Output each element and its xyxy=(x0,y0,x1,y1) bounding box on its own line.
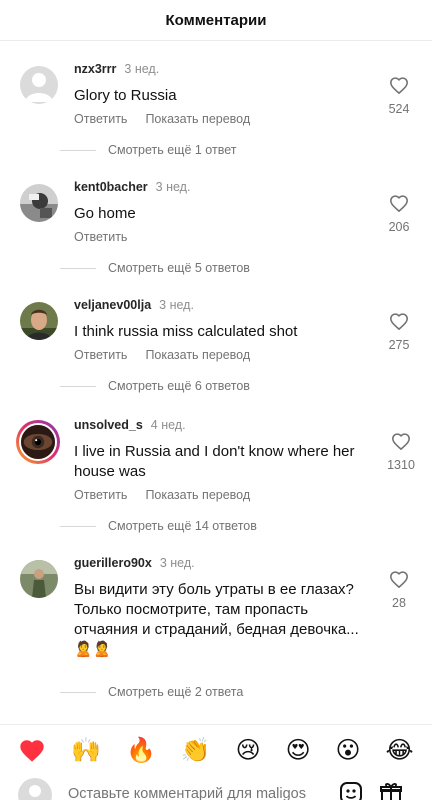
heart-icon[interactable] xyxy=(389,194,409,212)
comment-item: guerillero90x 3 нед. Вы видити эту боль … xyxy=(0,556,432,660)
view-replies-label: Смотреть ещё 1 ответ xyxy=(108,143,237,157)
view-replies-label: Смотреть ещё 5 ответов xyxy=(108,261,250,275)
comment-username[interactable]: kent0bacher xyxy=(74,180,148,194)
like-control: 275 xyxy=(384,312,414,352)
like-control: 1310 xyxy=(384,432,418,472)
comment-time: 3 нед. xyxy=(155,180,191,194)
comment-text: Go home xyxy=(74,205,136,222)
comment-text: I live in Russia and I don't know where … xyxy=(74,443,355,480)
like-count: 1310 xyxy=(387,458,415,472)
avatar[interactable] xyxy=(20,184,58,222)
avatar[interactable] xyxy=(20,302,58,340)
page-title: Комментарии xyxy=(165,11,267,29)
comments-header: Комментарии xyxy=(0,0,432,40)
heart-icon[interactable] xyxy=(389,312,409,330)
avatar[interactable] xyxy=(20,560,58,598)
crying-emoji-icon[interactable]: 😢 xyxy=(236,738,261,762)
view-replies-button[interactable]: Смотреть ещё 1 ответ xyxy=(0,140,432,160)
comment-username[interactable]: nzx3rrr xyxy=(74,62,116,76)
replies-line xyxy=(60,150,96,151)
comment-input[interactable] xyxy=(68,786,324,800)
translate-button[interactable]: Показать перевод xyxy=(145,112,250,126)
comment-username[interactable]: veljanev00lja xyxy=(74,298,151,312)
reply-button[interactable]: Ответить xyxy=(74,488,127,502)
fire-emoji-icon[interactable]: 🔥 xyxy=(126,738,156,762)
header-divider xyxy=(0,40,432,41)
raising-hands-emoji-icon[interactable]: 🙌 xyxy=(71,738,101,762)
comment-time: 4 нед. xyxy=(150,418,186,432)
comment-item: nzx3rrr 3 нед. Glory to Russia Ответить … xyxy=(0,62,432,126)
comment-text: Вы видити эту боль утраты в ее глазах? Т… xyxy=(74,581,359,658)
avatar xyxy=(18,778,52,800)
like-count: 524 xyxy=(388,102,410,116)
replies-line xyxy=(60,268,96,269)
comment-time: 3 нед. xyxy=(159,298,194,312)
surprised-emoji-icon[interactable]: 😮 xyxy=(336,738,361,762)
replies-line xyxy=(60,526,96,527)
view-replies-button[interactable]: Смотреть ещё 6 ответов xyxy=(0,376,432,396)
translate-button[interactable]: Показать перевод xyxy=(145,488,250,502)
comment-composer xyxy=(0,776,432,800)
comment-username[interactable]: unsolved_s xyxy=(74,418,143,432)
comment-text: I think russia miss calculated shot xyxy=(74,323,298,340)
reply-button[interactable]: Ответить xyxy=(74,230,127,244)
view-replies-label: Смотреть ещё 14 ответов xyxy=(108,519,257,533)
view-replies-button[interactable]: Смотреть ещё 5 ответов xyxy=(0,258,432,278)
like-count: 206 xyxy=(388,220,410,234)
like-control: 206 xyxy=(384,194,414,234)
comment-text: Glory to Russia xyxy=(74,87,177,104)
like-control: 524 xyxy=(384,76,414,116)
view-replies-label: Смотреть ещё 6 ответов xyxy=(108,379,250,393)
avatar[interactable] xyxy=(16,420,60,464)
gif-sticker-icon[interactable] xyxy=(338,780,364,800)
emoji-bar: 🙌 🔥 👏 😢 😍 😮 😂 xyxy=(0,724,432,774)
comment-item: unsolved_s 4 нед. I live in Russia and I… xyxy=(0,418,432,502)
heart-emoji-icon[interactable] xyxy=(18,737,46,763)
view-replies-button[interactable]: Смотреть ещё 2 ответа xyxy=(0,682,432,702)
gift-icon[interactable] xyxy=(378,780,404,800)
like-count: 28 xyxy=(392,596,406,610)
view-replies-button[interactable]: Смотреть ещё 14 ответов xyxy=(0,516,432,536)
translate-button[interactable]: Показать перевод xyxy=(145,348,250,362)
comment-username[interactable]: guerillero90x xyxy=(74,556,152,570)
replies-line xyxy=(60,692,96,693)
heart-icon[interactable] xyxy=(391,432,411,450)
laughing-emoji-icon[interactable]: 😂 xyxy=(385,738,413,762)
comment-item: veljanev00lja 3 нед. I think russia miss… xyxy=(0,298,432,362)
heart-icon[interactable] xyxy=(389,76,409,94)
heart-icon[interactable] xyxy=(389,570,409,588)
like-control: 28 xyxy=(384,570,414,610)
reply-button[interactable]: Ответить xyxy=(74,348,127,362)
avatar[interactable] xyxy=(20,66,58,104)
view-replies-label: Смотреть ещё 2 ответа xyxy=(108,685,244,699)
replies-line xyxy=(60,386,96,387)
like-count: 275 xyxy=(388,338,410,352)
comment-time: 3 нед. xyxy=(159,556,195,570)
comment-item: kent0bacher 3 нед. Go home Ответить 206 xyxy=(0,180,432,244)
clapping-emoji-icon[interactable]: 👏 xyxy=(181,738,211,762)
comment-time: 3 нед. xyxy=(124,62,160,76)
reply-button[interactable]: Ответить xyxy=(74,112,127,126)
heart-eyes-emoji-icon[interactable]: 😍 xyxy=(286,738,311,762)
